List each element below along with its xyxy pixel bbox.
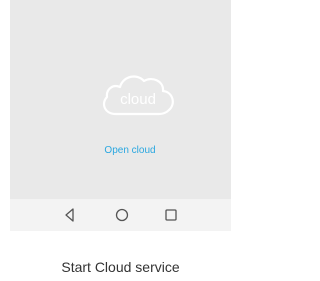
back-button[interactable]: [61, 206, 79, 224]
home-icon: [115, 208, 129, 222]
cloud-logo: cloud: [98, 70, 178, 120]
open-cloud-link[interactable]: Open cloud: [70, 143, 190, 159]
recents-button[interactable]: [162, 206, 180, 224]
caption: Start Cloud service: [61, 259, 180, 275]
home-button[interactable]: [113, 206, 131, 224]
system-nav-bar: [10, 199, 231, 231]
recents-icon: [165, 209, 177, 221]
cloud-logo-text: cloud: [120, 91, 156, 108]
app-screen: cloud Open cloud: [10, 0, 231, 231]
back-icon: [65, 208, 74, 222]
